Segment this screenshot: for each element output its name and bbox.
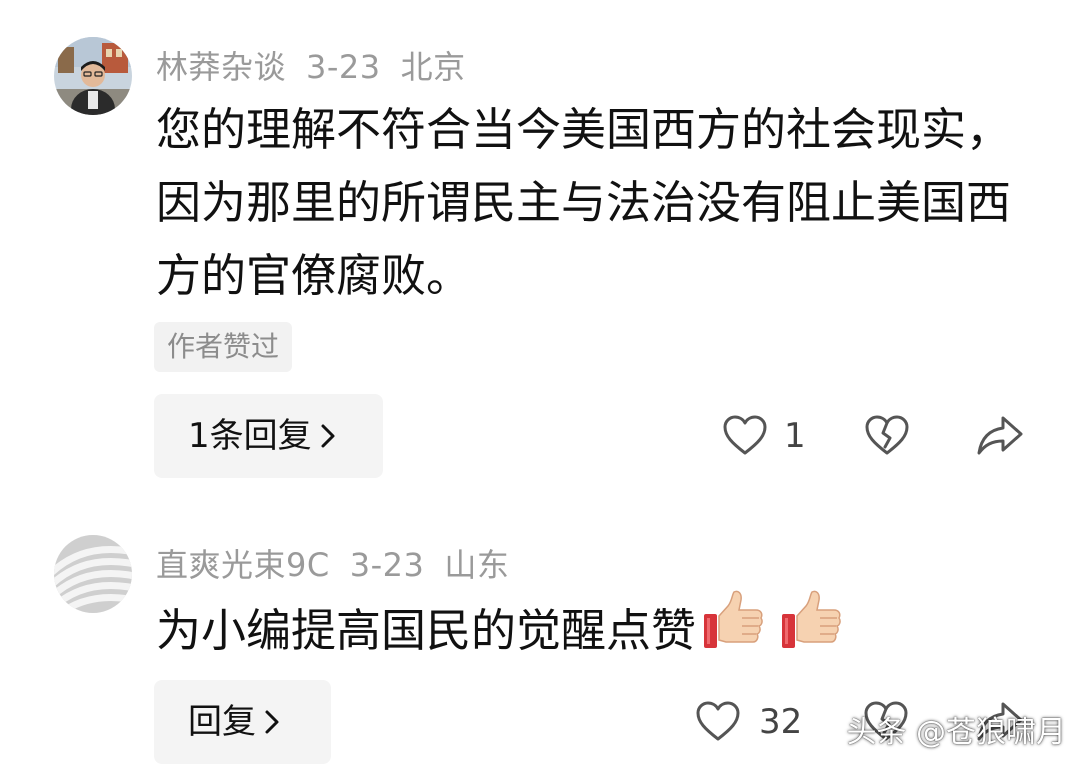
heart-icon[interactable] bbox=[695, 700, 741, 742]
comment-item: 林莽杂谈 3-23 北京 您的理解不符合当今美国西方的社会现实，因为那里的所谓民主与… bbox=[0, 0, 1080, 500]
chevron-right-icon bbox=[265, 710, 279, 733]
thumbs-up-icon bbox=[704, 590, 763, 648]
comment-date: 3-23 bbox=[349, 546, 425, 584]
thumbs-up-icon bbox=[782, 590, 841, 648]
user-avatar[interactable] bbox=[54, 37, 132, 115]
comment-location: 山东 bbox=[444, 546, 510, 584]
gray-swirl-avatar bbox=[54, 535, 132, 613]
comment-text: 为小编提高国民的觉醒点赞 bbox=[156, 604, 697, 657]
comment-meta: 林莽杂谈 3-23 北京 bbox=[156, 42, 486, 88]
like-count: 1 bbox=[784, 416, 806, 456]
photo-avatar bbox=[54, 37, 132, 115]
view-replies-button[interactable]: 1条回复 bbox=[154, 394, 383, 478]
broken-heart-icon[interactable] bbox=[864, 414, 910, 456]
reply-button-label: 回复 bbox=[188, 702, 256, 742]
comment-meta: 直爽光束9C 3-23 山东 bbox=[156, 540, 529, 586]
username[interactable]: 林莽杂谈 bbox=[156, 48, 286, 86]
like-count: 32 bbox=[759, 702, 803, 742]
comment-text: 您的理解不符合当今美国西方的社会现实，因为那里的所谓民主与法治没有阻止美国西方的… bbox=[156, 103, 1012, 302]
user-avatar[interactable] bbox=[54, 535, 132, 613]
username[interactable]: 直爽光束9C bbox=[156, 546, 330, 584]
comment-date: 3-23 bbox=[306, 48, 381, 86]
reply-button-label: 1条回复 bbox=[188, 416, 312, 456]
chevron-right-icon bbox=[321, 424, 335, 447]
reply-button[interactable]: 回复 bbox=[154, 680, 331, 764]
author-liked-badge: 作者赞过 bbox=[154, 322, 293, 372]
share-icon[interactable] bbox=[976, 414, 1024, 456]
watermark: 头条 @苍狼啸月 bbox=[846, 715, 1066, 750]
comment-location: 北京 bbox=[400, 48, 466, 86]
comment-text-row: 为小编提高国民的觉醒点赞 bbox=[156, 588, 1016, 667]
heart-icon[interactable] bbox=[722, 414, 768, 456]
